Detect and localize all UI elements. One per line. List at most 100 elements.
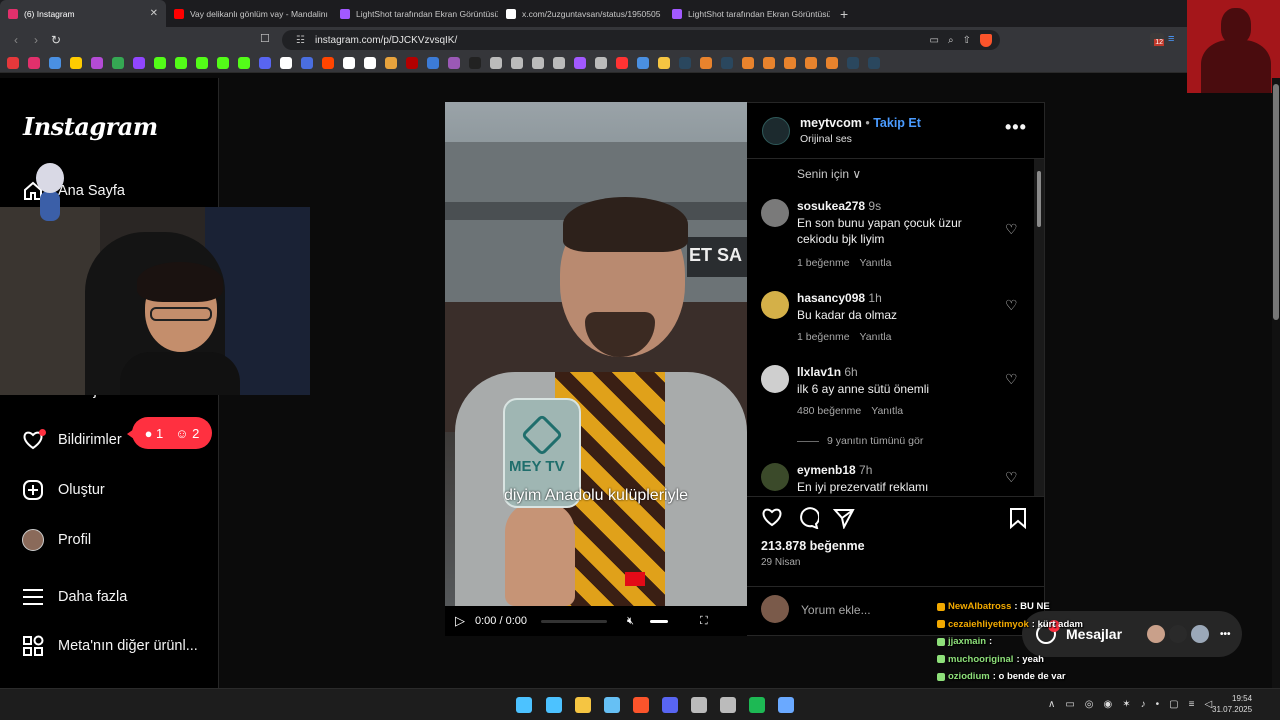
tab-close-icon[interactable]: ✕ — [150, 8, 158, 19]
bookmark-favicon-icon[interactable] — [721, 56, 733, 69]
mic-icon[interactable]: • — [1156, 699, 1160, 710]
bookmark-favicon-icon[interactable] — [322, 56, 334, 69]
view-replies-link[interactable]: 9 yanıtın tümünü gör — [797, 435, 923, 447]
bookmark-favicon-icon[interactable] — [763, 56, 775, 69]
comment-username[interactable]: eymenb18 — [797, 463, 856, 477]
fullscreen-icon[interactable]: ⛶ — [700, 615, 708, 628]
comments-scrollbar[interactable] — [1034, 159, 1044, 497]
back-button[interactable]: ‹ — [6, 33, 26, 47]
bookmark-favicon-icon[interactable] — [133, 56, 145, 69]
wifi-icon[interactable]: ≡ — [1189, 699, 1195, 710]
volume-slider[interactable] — [649, 619, 668, 623]
bookmark-favicon-icon[interactable] — [49, 56, 61, 69]
site-info-icon[interactable]: ☷ — [296, 35, 305, 46]
bookmark-favicon-icon[interactable] — [343, 56, 355, 69]
like-heart-icon[interactable] — [761, 507, 783, 532]
comment-username[interactable]: sosukea278 — [797, 199, 865, 213]
comment-username[interactable]: llxlav1n — [797, 365, 841, 379]
browser-tab[interactable]: (6) Instagram ✕ — [0, 0, 166, 27]
bookmark-favicon-icon[interactable] — [742, 56, 754, 69]
bookmark-favicon-icon[interactable] — [238, 56, 250, 69]
wifi-extension-icon[interactable]: ≡ — [1168, 33, 1182, 47]
nav-notifications[interactable]: Bildirimler — [22, 429, 122, 451]
steam-tray-icon[interactable]: ◉ — [1104, 699, 1113, 710]
start-windows-icon[interactable] — [516, 697, 532, 713]
bookmark-favicon-icon[interactable] — [301, 56, 313, 69]
reply-link[interactable]: Yanıtla — [871, 405, 903, 417]
browser-tab[interactable]: x.com/2uzguntavsan/status/1950505 — [498, 0, 664, 27]
new-tab-button[interactable]: + — [830, 6, 858, 22]
bookmark-favicon-icon[interactable] — [637, 56, 649, 69]
commenter-avatar[interactable] — [761, 463, 789, 491]
taskbar-app-icon[interactable] — [778, 697, 794, 713]
comment-username[interactable]: hasancy098 — [797, 291, 865, 305]
share-icon[interactable]: ⇧ — [963, 35, 971, 46]
like-count[interactable]: 213.878 beğenme — [761, 539, 865, 553]
bookmark-favicon-icon[interactable] — [826, 56, 838, 69]
bookmark-favicon-icon[interactable] — [112, 56, 124, 69]
bookmark-favicon-icon[interactable] — [868, 56, 880, 69]
browser-tab[interactable]: Vay delikanlı gönlüm vay - Mandalinı — [166, 0, 332, 27]
bookmark-favicon-icon[interactable] — [259, 56, 271, 69]
bookmark-favicon-icon[interactable] — [658, 56, 670, 69]
display-icon[interactable]: ▢ — [1169, 699, 1178, 710]
reply-link[interactable]: Yanıtla — [860, 257, 892, 269]
speaker-icon[interactable]: ◁ — [1204, 699, 1212, 710]
more-options-icon[interactable]: ••• — [1005, 117, 1027, 138]
bookmark-favicon-icon[interactable] — [553, 56, 565, 69]
commenter-avatar[interactable] — [761, 199, 789, 227]
bookmark-favicon-icon[interactable] — [70, 56, 82, 69]
taskbar-app-icon[interactable] — [575, 697, 591, 713]
bookmark-favicon-icon[interactable] — [595, 56, 607, 69]
cast-icon[interactable]: ▭ — [930, 35, 939, 46]
bookmark-favicon-icon[interactable] — [28, 56, 40, 69]
nav-profile[interactable]: Profil — [22, 529, 91, 551]
author-username[interactable]: meytvcom — [800, 116, 862, 130]
browser-tab[interactable]: LightShot tarafından Ekran Görüntüsü — [664, 0, 830, 27]
comment-like-icon[interactable]: ♡ — [1005, 469, 1018, 486]
bookmark-favicon-icon[interactable] — [700, 56, 712, 69]
audio-label[interactable]: Orijinal ses — [800, 133, 852, 145]
address-bar[interactable]: ☷ instagram.com/p/DJCKVzvsqIK/ ▭ ⌕ ⇧ — [282, 30, 1000, 50]
bluetooth-icon[interactable]: ✶ — [1122, 699, 1130, 710]
taskbar-app-icon[interactable] — [691, 697, 707, 713]
reply-link[interactable]: Yanıtla — [860, 331, 892, 343]
network-icon[interactable]: ◎ — [1085, 699, 1094, 710]
taskbar-app-icon[interactable] — [633, 697, 649, 713]
nav-create[interactable]: Oluştur — [22, 479, 105, 501]
extension-icon[interactable]: 12 — [1150, 33, 1164, 47]
taskbar-app-icon[interactable] — [720, 697, 736, 713]
comment-like-icon[interactable]: ♡ — [1005, 297, 1018, 314]
bookmark-favicon-icon[interactable] — [154, 56, 166, 69]
taskbar-clock[interactable]: 19:54 31.07.2025 — [1212, 693, 1252, 715]
comment-like-count[interactable]: 1 beğenme — [797, 257, 850, 269]
comment-sort[interactable]: Senin için ∨ — [797, 167, 861, 181]
bookmark-favicon-icon[interactable] — [469, 56, 481, 69]
taskbar-app-icon[interactable] — [546, 697, 562, 713]
bookmark-favicon-icon[interactable] — [490, 56, 502, 69]
bookmark-favicon-icon[interactable] — [448, 56, 460, 69]
bookmark-favicon-icon[interactable] — [175, 56, 187, 69]
battery-icon[interactable]: ▭ — [1065, 699, 1074, 710]
bookmark-favicon-icon[interactable] — [511, 56, 523, 69]
author-avatar[interactable] — [762, 117, 790, 145]
bookmark-favicon-icon[interactable] — [784, 56, 796, 69]
add-comment-input[interactable]: Yorum ekle... — [801, 603, 871, 617]
instagram-logo[interactable]: Instagram — [23, 112, 158, 141]
bookmark-favicon-icon[interactable] — [679, 56, 691, 69]
bookmark-favicon-icon[interactable] — [364, 56, 376, 69]
post-video[interactable]: ET SA MEY TV diyim Anadolu kulüpleriyle — [445, 102, 747, 606]
comment-like-count[interactable]: 480 beğenme — [797, 405, 861, 417]
mute-icon[interactable]: 🔇︎ — [627, 615, 634, 628]
bookmark-favicon-icon[interactable] — [805, 56, 817, 69]
browser-tab[interactable]: LightShot tarafından Ekran Görüntüsü — [332, 0, 498, 27]
bookmark-favicon-icon[interactable] — [574, 56, 586, 69]
notification-popup-badge[interactable]: ● 1 ☺ 2 — [127, 417, 212, 449]
play-icon[interactable]: ▷ — [455, 613, 465, 629]
comment-like-icon[interactable]: ♡ — [1005, 371, 1018, 388]
bookmark-favicon-icon[interactable] — [385, 56, 397, 69]
taskbar-app-icon[interactable] — [749, 697, 765, 713]
follow-button[interactable]: Takip Et — [873, 116, 921, 130]
commenter-avatar[interactable] — [761, 365, 789, 393]
bookmark-favicon-icon[interactable] — [847, 56, 859, 69]
